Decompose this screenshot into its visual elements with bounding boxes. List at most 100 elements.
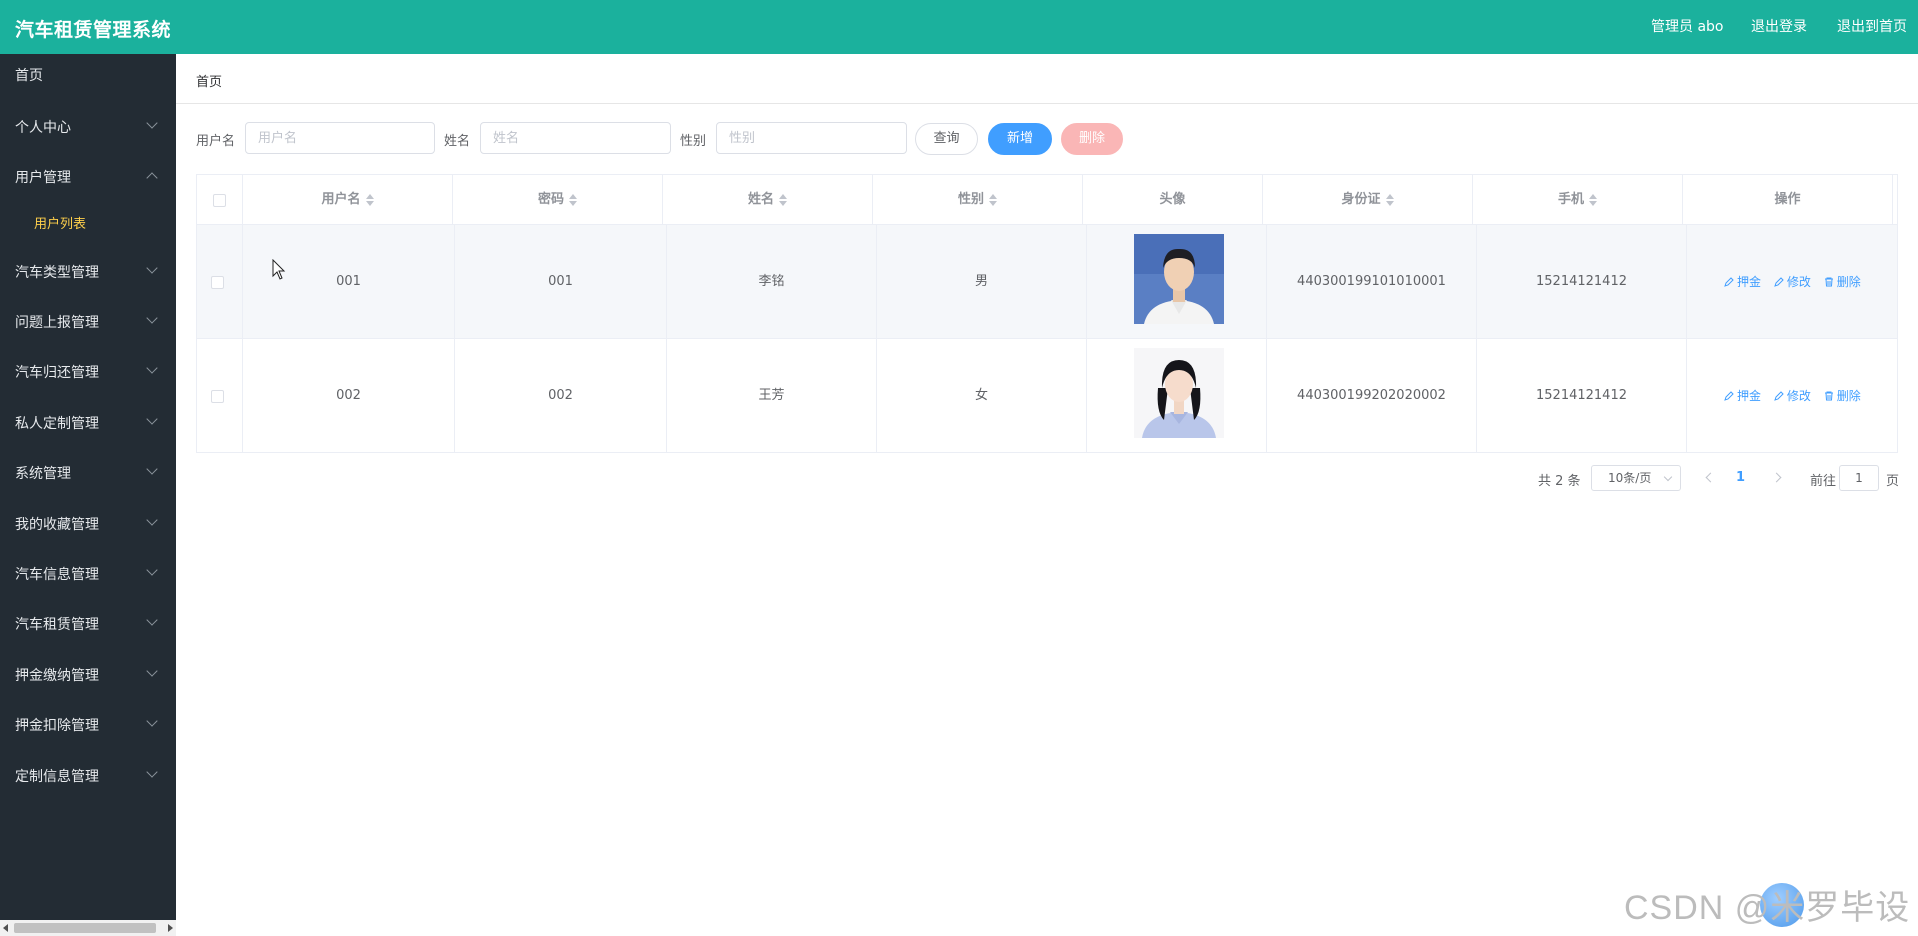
- sidebar-item-deposit-deduction-management[interactable]: 押金扣除管理: [0, 704, 176, 744]
- sort-icon[interactable]: [569, 193, 577, 206]
- row-checkbox[interactable]: [211, 390, 224, 403]
- goto-page-input[interactable]: 1: [1839, 465, 1879, 491]
- next-page-icon[interactable]: [1771, 472, 1782, 483]
- sidebar-item-label: 私人定制管理: [15, 416, 99, 432]
- edit-icon: [1774, 391, 1784, 401]
- sidebar-item-label: 首页: [15, 68, 43, 84]
- sidebar-item-label: 汽车类型管理: [15, 265, 99, 281]
- column-header-label: 身份证: [1341, 192, 1381, 207]
- chevron-down-icon: [146, 312, 158, 324]
- chevron-down-icon: [146, 262, 158, 274]
- logout-link[interactable]: 退出登录: [1751, 16, 1807, 36]
- delete-label: 删除: [1836, 275, 1861, 289]
- row-select-cell: [197, 225, 243, 339]
- sidebar-item-user-management[interactable]: 用户管理: [0, 156, 176, 196]
- column-header-gender[interactable]: 性别: [873, 175, 1083, 225]
- goto-suffix: 页: [1886, 474, 1900, 489]
- batch-delete-button[interactable]: 删除: [1061, 123, 1123, 155]
- sort-icon[interactable]: [1385, 193, 1394, 206]
- column-header-label: 姓名: [747, 192, 774, 207]
- chevron-down-icon: [146, 564, 158, 576]
- user-table: 用户名 密码 姓名 性别 头像 身份证 手机 操作 001 001 李铭 男 4…: [196, 174, 1898, 453]
- row-actions: 押金 修改 删除: [1724, 339, 1870, 453]
- sidebar-horizontal-scrollbar[interactable]: [0, 920, 176, 936]
- sidebar-item-label: 汽车租赁管理: [15, 617, 99, 633]
- cell-name: 王芳: [667, 339, 877, 453]
- query-button[interactable]: 查询: [915, 123, 978, 155]
- column-header-password[interactable]: 密码: [453, 175, 663, 225]
- sidebar-item-system-management[interactable]: 系统管理: [0, 452, 176, 492]
- cell-username: 001: [243, 225, 455, 339]
- cell-gender: 女: [877, 339, 1087, 453]
- prev-page-icon[interactable]: [1705, 472, 1716, 483]
- cell-phone: 15214121412: [1477, 225, 1687, 339]
- page-size-value: 10条/页: [1608, 471, 1652, 485]
- deposit-button[interactable]: 押金: [1724, 339, 1761, 453]
- mouse-cursor-icon: [272, 259, 286, 280]
- scrollbar-thumb[interactable]: [14, 923, 156, 933]
- sidebar-item-custom-order-management[interactable]: 私人定制管理: [0, 402, 176, 442]
- chevron-down-icon: [146, 715, 158, 727]
- column-header-actions: 操作: [1683, 175, 1893, 225]
- sort-icon[interactable]: [989, 193, 997, 206]
- column-header-label: 密码: [537, 192, 564, 207]
- deposit-button[interactable]: 押金: [1724, 225, 1761, 339]
- table-row[interactable]: 001 001 李铭 男 440300199101010001 15214121…: [197, 225, 1897, 339]
- sort-icon[interactable]: [779, 193, 787, 206]
- sidebar-item-favorites-management[interactable]: 我的收藏管理: [0, 503, 176, 543]
- sidebar: 首页 个人中心 用户管理 用户列表 汽车类型管理 问题上报管理 汽车归还管理 私…: [0, 54, 176, 936]
- add-button[interactable]: 新增: [988, 123, 1052, 155]
- sort-icon[interactable]: [1589, 193, 1597, 206]
- sidebar-item-car-type-management[interactable]: 汽车类型管理: [0, 251, 176, 291]
- chevron-down-icon: [146, 766, 158, 778]
- header-select-cell: [197, 175, 243, 225]
- column-header-label: 用户名: [321, 192, 361, 207]
- cell-id-card: 440300199101010001: [1267, 225, 1477, 339]
- cell-phone: 15214121412: [1477, 339, 1687, 453]
- delete-button[interactable]: 删除: [1824, 225, 1861, 339]
- cell-id-card: 440300199202020002: [1267, 339, 1477, 453]
- admin-user-link[interactable]: 管理员 abo: [1651, 16, 1723, 36]
- scroll-left-arrow-icon[interactable]: [3, 924, 8, 932]
- sidebar-item-car-rental-management[interactable]: 汽车租赁管理: [0, 603, 176, 643]
- sidebar-item-personal-center[interactable]: 个人中心: [0, 106, 176, 146]
- sidebar-item-custom-info-management[interactable]: 定制信息管理: [0, 755, 176, 795]
- gender-input[interactable]: [716, 122, 907, 154]
- row-checkbox[interactable]: [211, 276, 224, 289]
- scroll-right-arrow-icon[interactable]: [168, 924, 173, 932]
- table-header: 用户名 密码 姓名 性别 头像 身份证 手机 操作: [197, 175, 1897, 225]
- edit-label: 修改: [1786, 275, 1811, 289]
- name-input[interactable]: [480, 122, 671, 154]
- sidebar-item-label: 定制信息管理: [15, 769, 99, 785]
- select-all-checkbox[interactable]: [213, 194, 226, 207]
- page-size-select[interactable]: 10条/页: [1591, 465, 1681, 491]
- column-header-name[interactable]: 姓名: [663, 175, 873, 225]
- username-input[interactable]: [245, 122, 435, 154]
- edit-button[interactable]: 修改: [1774, 339, 1811, 453]
- chevron-down-icon: [146, 413, 158, 425]
- exit-to-home-link[interactable]: 退出到首页: [1837, 16, 1907, 36]
- breadcrumb[interactable]: 首页: [196, 71, 222, 90]
- sidebar-item-car-info-management[interactable]: 汽车信息管理: [0, 553, 176, 593]
- sidebar-subitem-label: 用户列表: [34, 217, 87, 232]
- trash-icon: [1824, 277, 1833, 287]
- cell-password: 001: [455, 225, 667, 339]
- sidebar-item-car-return-management[interactable]: 汽车归还管理: [0, 351, 176, 391]
- sidebar-item-home[interactable]: 首页: [0, 54, 176, 94]
- avatar-image: [1134, 348, 1224, 438]
- column-header-phone[interactable]: 手机: [1473, 175, 1683, 225]
- edit-button[interactable]: 修改: [1774, 225, 1811, 339]
- sidebar-item-issue-report-management[interactable]: 问题上报管理: [0, 301, 176, 341]
- row-select-cell: [197, 339, 243, 453]
- sidebar-item-label: 问题上报管理: [15, 315, 99, 331]
- sidebar-subitem-user-list[interactable]: 用户列表: [0, 204, 176, 240]
- table-row[interactable]: 002 002 王芳 女 440300199202020002 15214121…: [197, 339, 1897, 453]
- sort-icon[interactable]: [365, 193, 374, 206]
- chevron-down-icon: [146, 117, 158, 129]
- delete-button[interactable]: 删除: [1824, 339, 1861, 453]
- gender-label: 性别: [680, 134, 707, 149]
- sidebar-item-deposit-payment-management[interactable]: 押金缴纳管理: [0, 654, 176, 694]
- page-number-current[interactable]: 1: [1736, 470, 1745, 485]
- column-header-username[interactable]: 用户名: [243, 175, 453, 225]
- column-header-id-card[interactable]: 身份证: [1263, 175, 1473, 225]
